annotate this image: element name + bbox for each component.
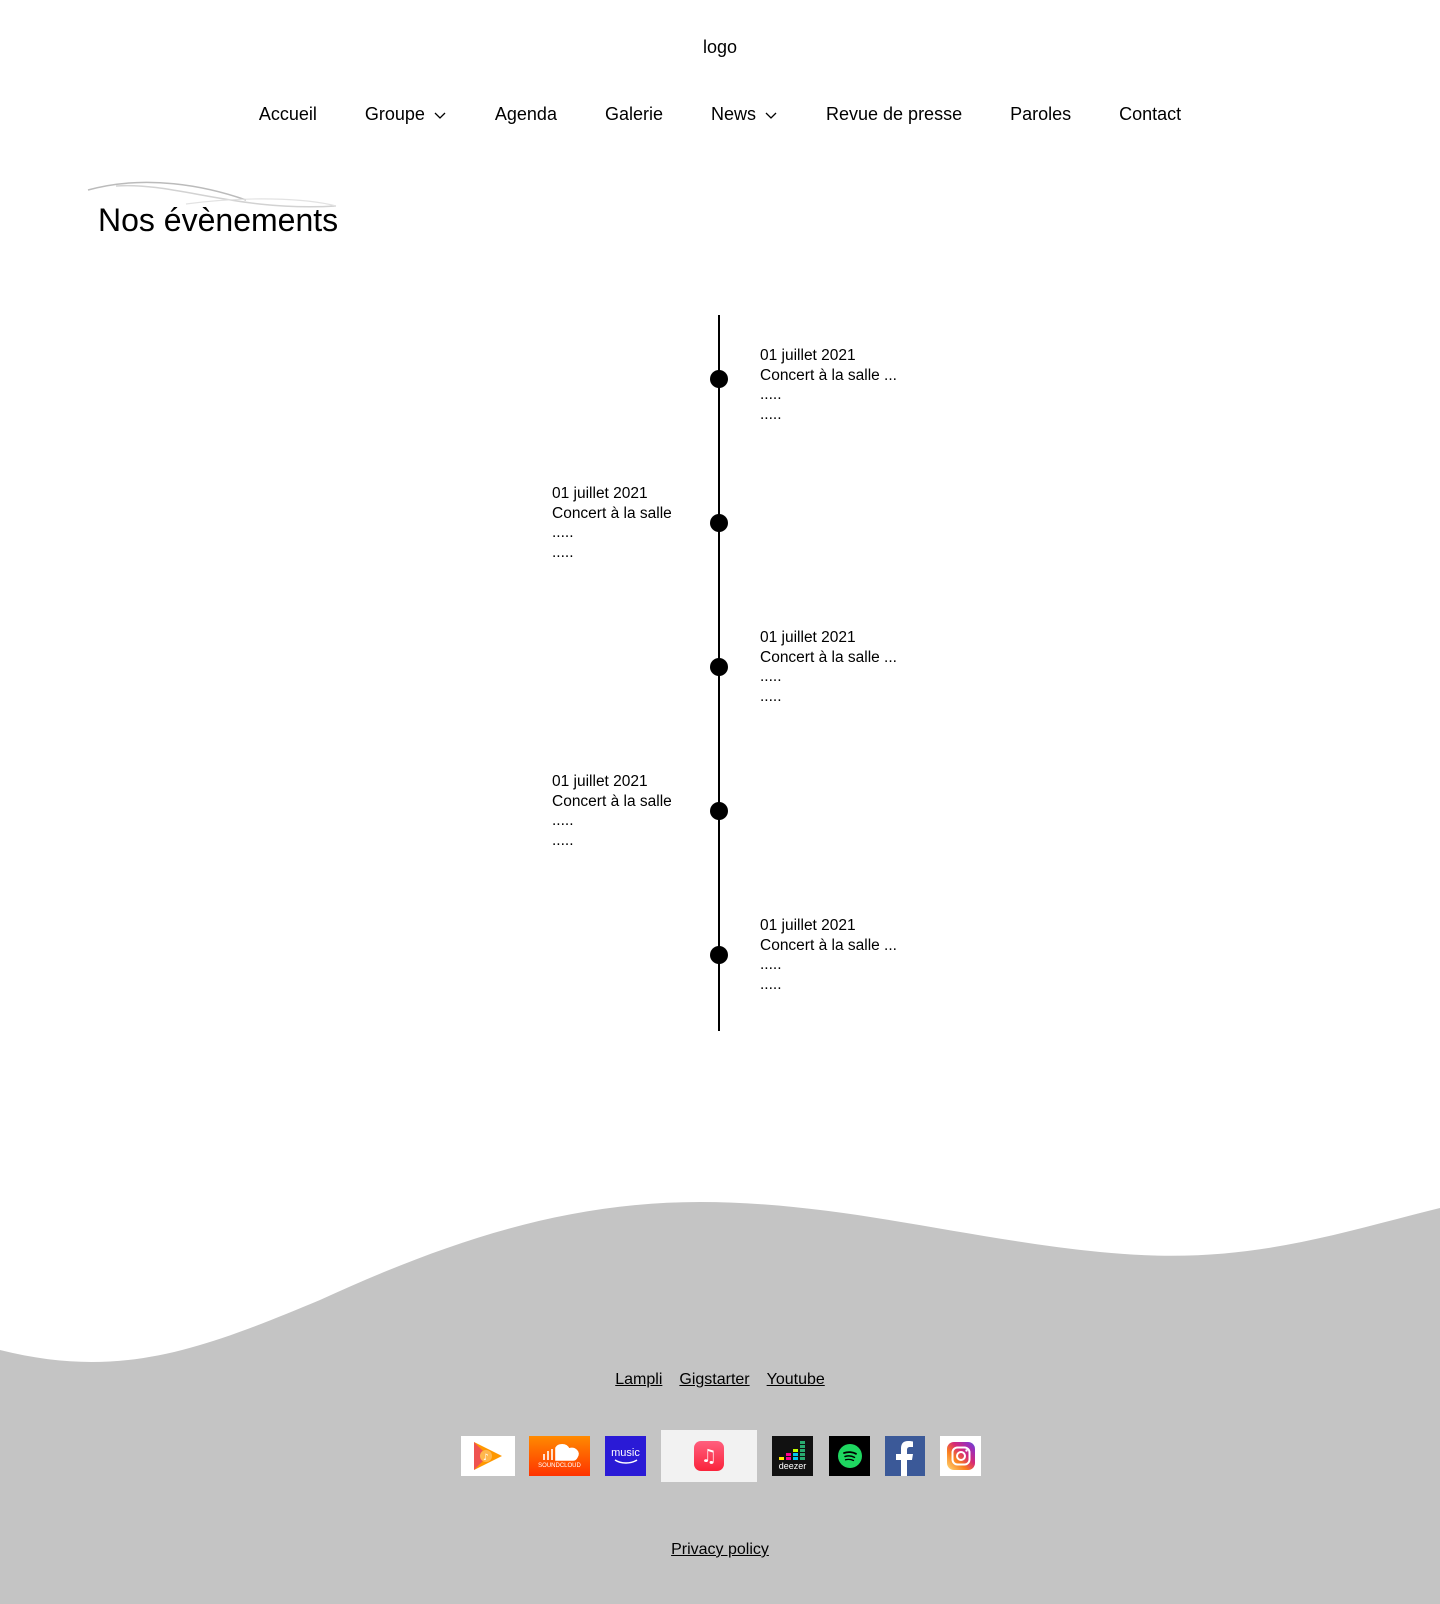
spotify-icon[interactable] [829,1436,870,1476]
event-detail: ..... [552,831,574,849]
chevron-down-icon [765,112,777,119]
nav-label: News [710,104,756,124]
timeline-dot [710,946,728,964]
nav-item-contact[interactable]: Contact [1119,104,1181,125]
google-play-music-icon[interactable]: ♪ [461,1436,515,1476]
event-date: 01 juillet 2021 [760,917,856,934]
event-detail: ..... [552,812,574,829]
event-detail: ..... [760,405,782,423]
event-detail: ..... [760,386,782,403]
nav-label: Galerie [604,104,663,124]
nav-item-revue-de-presse[interactable]: Revue de presse [826,104,962,125]
amazon-music-label: music [611,1447,640,1459]
chevron-down-icon [434,112,446,119]
apple-music-icon[interactable]: ♫ [661,1430,757,1482]
amazon-music-icon[interactable]: music [605,1436,646,1476]
event-date: 01 juillet 2021 [552,485,648,502]
nav-item-groupe[interactable]: Groupe [365,104,447,125]
main-nav: Accueil Groupe Agenda Galerie News Revue… [0,104,1440,125]
facebook-icon[interactable] [885,1436,925,1476]
event-detail: ..... [760,668,782,685]
event-description: Concert à la salle ... [760,366,897,384]
svg-text:♪: ♪ [483,1453,489,1463]
soundcloud-icon[interactable]: SOUNDCLOUD [529,1436,590,1476]
timeline-event[interactable]: 01 juillet 2021 Concert à la salle ... .… [760,628,897,706]
page-title-block: Nos évènements [86,178,426,248]
timeline-event[interactable]: 01 juillet 2021 Concert à la salle ... .… [760,346,897,424]
event-date: 01 juillet 2021 [760,629,856,646]
event-detail: ..... [760,687,782,705]
nav-label: Revue de presse [826,104,963,124]
event-description: Concert à la salle [552,792,672,810]
timeline-dot [710,514,728,532]
timeline-event[interactable]: 01 juillet 2021 Concert à la salle ... .… [760,916,897,994]
timeline-event[interactable]: 01 juillet 2021 Concert à la salle .....… [552,772,672,850]
footer-links: Lampli Gigstarter Youtube [0,1371,1440,1389]
timeline-dot [710,658,728,676]
soundcloud-label: SOUNDCLOUD [538,1463,581,1469]
music-platform-icons: ♪ SOUNDCLOUD music ♫ deezer [0,1430,1440,1482]
page-title: Nos évènements [98,202,339,238]
event-date: 01 juillet 2021 [760,347,856,364]
event-description: Concert à la salle ... [760,648,897,666]
event-description: Concert à la salle ... [760,936,897,954]
footer-link-youtube[interactable]: Youtube [767,1371,825,1389]
privacy-policy-link[interactable]: Privacy policy [671,1541,769,1558]
footer-link-lampli[interactable]: Lampli [615,1371,662,1389]
timeline-event[interactable]: 01 juillet 2021 Concert à la salle .....… [552,484,672,562]
event-description: Concert à la salle [552,504,672,522]
logo[interactable]: logo [0,37,1440,58]
timeline-dot [710,802,728,820]
event-detail: ..... [760,956,782,973]
nav-item-agenda[interactable]: Agenda [495,104,557,125]
event-detail: ..... [760,975,782,993]
nav-item-accueil[interactable]: Accueil [259,104,317,125]
nav-label: Contact [1119,104,1182,124]
instagram-icon[interactable] [940,1436,981,1476]
nav-label: Groupe [364,104,425,124]
deezer-icon[interactable]: deezer [772,1436,813,1476]
privacy-policy: Privacy policy [0,1541,1440,1559]
nav-item-galerie[interactable]: Galerie [605,104,663,125]
nav-item-news[interactable]: News [711,104,778,125]
nav-label: Agenda [494,104,557,124]
deezer-label: deezer [778,1461,807,1471]
footer-link-gigstarter[interactable]: Gigstarter [679,1371,749,1389]
timeline-dot [710,370,728,388]
event-detail: ..... [552,543,574,561]
event-detail: ..... [552,524,574,541]
nav-label: Accueil [258,104,317,124]
nav-item-paroles[interactable]: Paroles [1010,104,1071,125]
nav-label: Paroles [1010,104,1072,124]
event-date: 01 juillet 2021 [552,773,648,790]
